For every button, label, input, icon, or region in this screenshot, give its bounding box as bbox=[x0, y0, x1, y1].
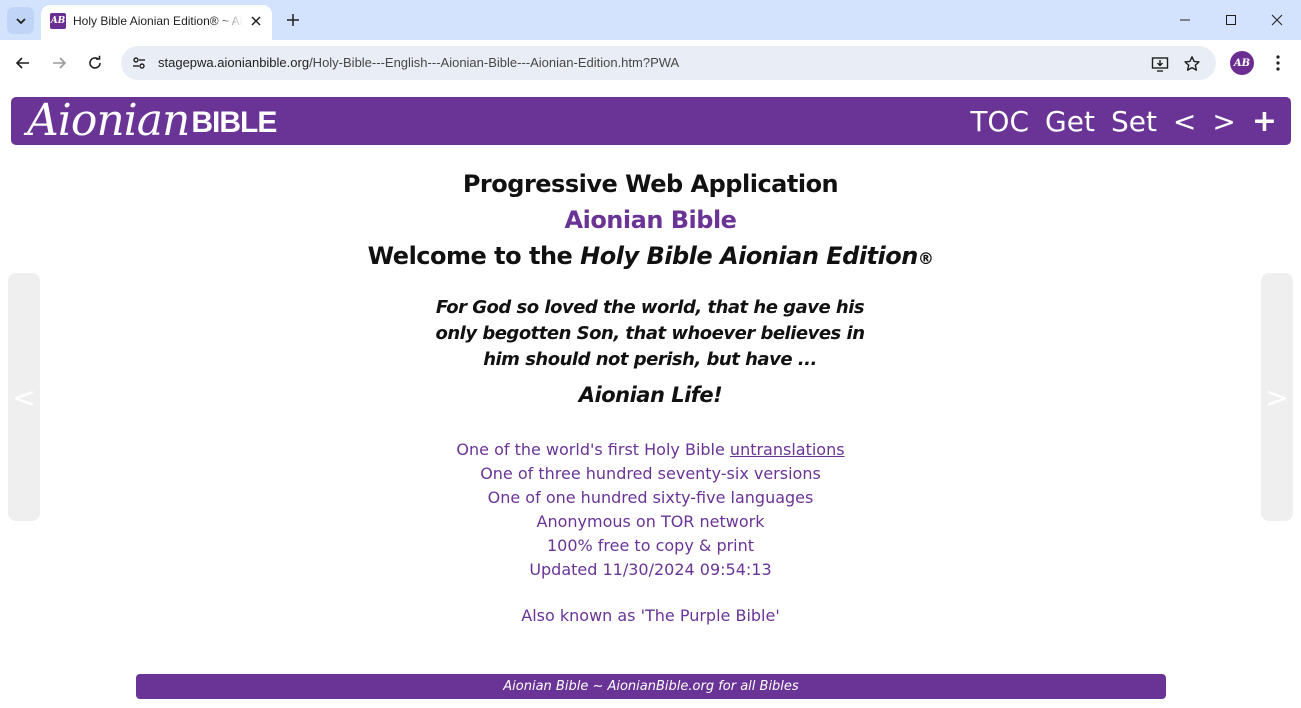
verse-ending: Aionian Life! bbox=[578, 383, 723, 407]
fact-line: One of three hundred seventy-six version… bbox=[480, 464, 821, 483]
browser-menu-button[interactable] bbox=[1266, 51, 1290, 75]
profile-avatar[interactable]: AB bbox=[1230, 51, 1254, 75]
tab-title: Holy Bible Aionian Edition® ~ Aionian Bi… bbox=[73, 14, 243, 28]
favicon-icon: AB bbox=[50, 13, 66, 29]
site-logo[interactable]: Aionian BIBLE bbox=[27, 95, 277, 146]
site-header: Aionian BIBLE TOC Get Set < > + bbox=[11, 97, 1291, 145]
welcome-prefix: Welcome to the bbox=[367, 242, 581, 270]
site-info-button[interactable] bbox=[130, 54, 148, 72]
fact-line: One of one hundred sixty-five languages bbox=[487, 488, 814, 507]
fact-line: One of the world's first Holy Bible untr… bbox=[0, 438, 1301, 462]
reload-button[interactable] bbox=[81, 49, 109, 77]
install-app-button[interactable] bbox=[1150, 54, 1170, 74]
window-close-button[interactable] bbox=[1254, 0, 1300, 40]
browser-toolbar: stagepwa.aionianbible.org/Holy-Bible---E… bbox=[0, 40, 1301, 86]
fact-line: Anonymous on TOR network bbox=[536, 512, 765, 531]
verse-text: For God so loved the world, that he gave… bbox=[435, 297, 865, 370]
new-tab-button[interactable] bbox=[282, 9, 304, 31]
arrow-right-icon bbox=[53, 57, 67, 69]
minimize-icon bbox=[1180, 19, 1190, 21]
forward-button[interactable] bbox=[45, 49, 73, 77]
nav-plus[interactable]: + bbox=[1252, 104, 1277, 139]
welcome-title: Holy Bible Aionian Edition bbox=[580, 242, 918, 270]
welcome-heading: Welcome to the Holy Bible Aionian Editio… bbox=[0, 242, 1301, 270]
minimize-button[interactable] bbox=[1162, 0, 1208, 40]
browser-tab[interactable]: AB Holy Bible Aionian Edition® ~ Aionian… bbox=[41, 5, 272, 40]
tab-search-button[interactable] bbox=[7, 7, 34, 34]
bookmark-button[interactable] bbox=[1182, 54, 1202, 74]
fact-line: Updated 11/30/2024 09:54:13 bbox=[529, 560, 772, 579]
arrow-left-icon bbox=[15, 57, 29, 69]
install-app-icon bbox=[1151, 57, 1169, 72]
logo-script-text: Aionian bbox=[27, 95, 190, 146]
more-vertical-icon bbox=[1276, 55, 1280, 71]
fact-text: One of the world's first Holy Bible bbox=[456, 440, 730, 459]
reload-icon bbox=[89, 55, 101, 69]
also-known-as: Also known as 'The Purple Bible' bbox=[521, 606, 780, 625]
registered-mark: ® bbox=[917, 249, 934, 268]
untranslations-link[interactable]: untranslations bbox=[730, 440, 845, 459]
back-button[interactable] bbox=[9, 49, 37, 77]
star-icon bbox=[1184, 56, 1200, 71]
url-path: /Holy-Bible---English---Aionian-Bible---… bbox=[309, 55, 680, 70]
site-footer[interactable]: Aionian Bible ~ AionianBible.org for all… bbox=[136, 674, 1166, 699]
logo-bible-text: BIBLE bbox=[191, 106, 277, 139]
page-title: Progressive Web Application bbox=[462, 170, 839, 198]
close-icon bbox=[1271, 14, 1283, 26]
nav-prev[interactable]: < bbox=[1173, 105, 1196, 138]
bible-name-heading: Aionian Bible bbox=[564, 206, 737, 234]
chevron-down-icon bbox=[15, 17, 26, 24]
plus-icon bbox=[287, 14, 299, 26]
top-nav: TOC Get Set < > + bbox=[970, 97, 1277, 145]
url-domain: stagepwa.aionianbible.org bbox=[158, 55, 310, 70]
maximize-icon bbox=[1226, 15, 1236, 25]
facts-list: One of the world's first Holy Bible untr… bbox=[0, 438, 1301, 582]
close-icon bbox=[251, 16, 261, 26]
fact-line: 100% free to copy & print bbox=[546, 536, 755, 555]
nav-get[interactable]: Get bbox=[1045, 105, 1095, 138]
nav-next[interactable]: > bbox=[1212, 105, 1235, 138]
url-text[interactable]: stagepwa.aionianbible.org/Holy-Bible---E… bbox=[158, 55, 679, 70]
address-bar[interactable]: stagepwa.aionianbible.org/Holy-Bible---E… bbox=[121, 46, 1216, 80]
browser-titlebar: AB Holy Bible Aionian Edition® ~ Aionian… bbox=[0, 0, 1301, 40]
maximize-button[interactable] bbox=[1208, 0, 1254, 40]
tab-close-button[interactable] bbox=[247, 12, 265, 30]
tune-icon bbox=[133, 57, 145, 69]
page-viewport: Aionian BIBLE TOC Get Set < > + < > Prog… bbox=[0, 86, 1301, 708]
nav-set[interactable]: Set bbox=[1111, 105, 1157, 138]
nav-toc[interactable]: TOC bbox=[970, 105, 1029, 138]
